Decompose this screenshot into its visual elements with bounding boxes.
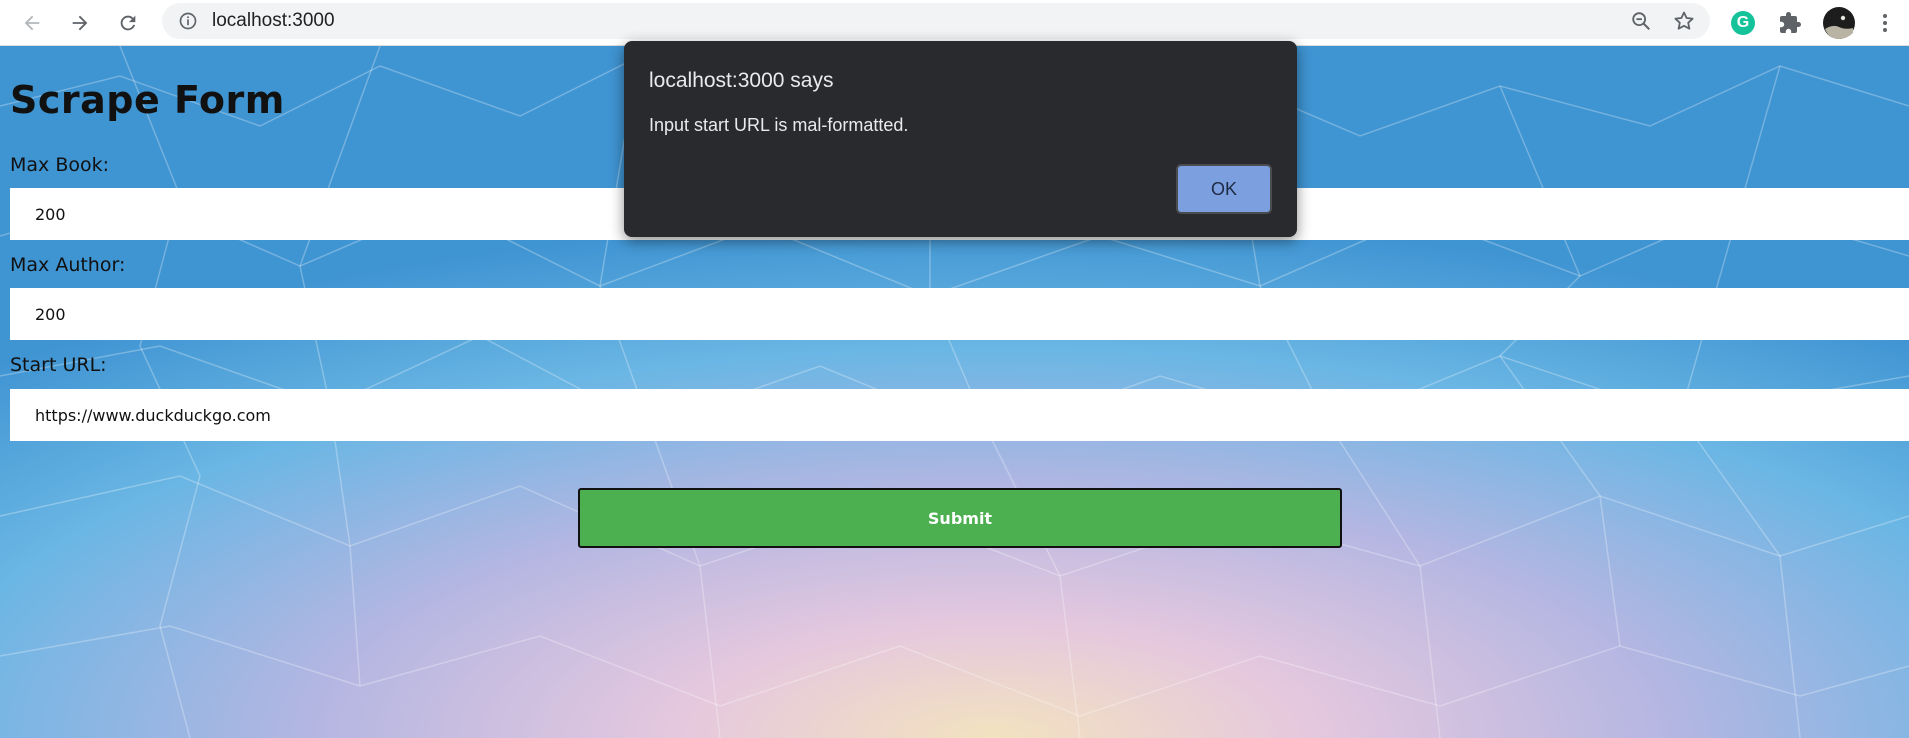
start-url-label: Start URL:: [10, 354, 107, 376]
reload-button[interactable]: [110, 5, 146, 41]
url-text: localhost:3000: [212, 10, 335, 31]
alert-title: localhost:3000 says: [649, 69, 834, 92]
forward-button[interactable]: [62, 5, 98, 41]
max-author-input[interactable]: [10, 288, 1909, 340]
star-icon[interactable]: [1672, 9, 1696, 33]
reload-icon: [120, 15, 136, 31]
arrow-back-icon: [24, 15, 40, 31]
ok-button[interactable]: OK: [1176, 164, 1272, 214]
menu-button[interactable]: [1868, 6, 1902, 40]
page-title: Scrape Form: [10, 78, 285, 122]
alert-dialog: localhost:3000 says Input start URL is m…: [624, 41, 1297, 237]
grammarly-letter: G: [1736, 14, 1750, 31]
zoom-out-icon[interactable]: [1630, 10, 1652, 32]
extensions-button[interactable]: [1773, 6, 1807, 40]
max-book-label: Max Book:: [10, 154, 110, 176]
alert-message: Input start URL is mal-formatted.: [649, 115, 909, 135]
grammarly-button[interactable]: G: [1726, 6, 1760, 40]
arrow-forward-icon: [72, 15, 88, 31]
puzzle-icon: [1780, 12, 1801, 33]
info-icon[interactable]: [178, 11, 198, 31]
back-button[interactable]: [14, 5, 50, 41]
max-author-label: Max Author:: [10, 254, 126, 276]
start-url-input[interactable]: [10, 389, 1909, 441]
avatar: [1823, 7, 1855, 39]
browser-toolbar: localhost:3000 G: [0, 0, 1909, 46]
submit-button[interactable]: Submit: [578, 488, 1342, 548]
address-bar[interactable]: localhost:3000: [162, 3, 1710, 39]
profile-button[interactable]: [1822, 6, 1856, 40]
kebab-menu-icon: [1883, 14, 1887, 32]
